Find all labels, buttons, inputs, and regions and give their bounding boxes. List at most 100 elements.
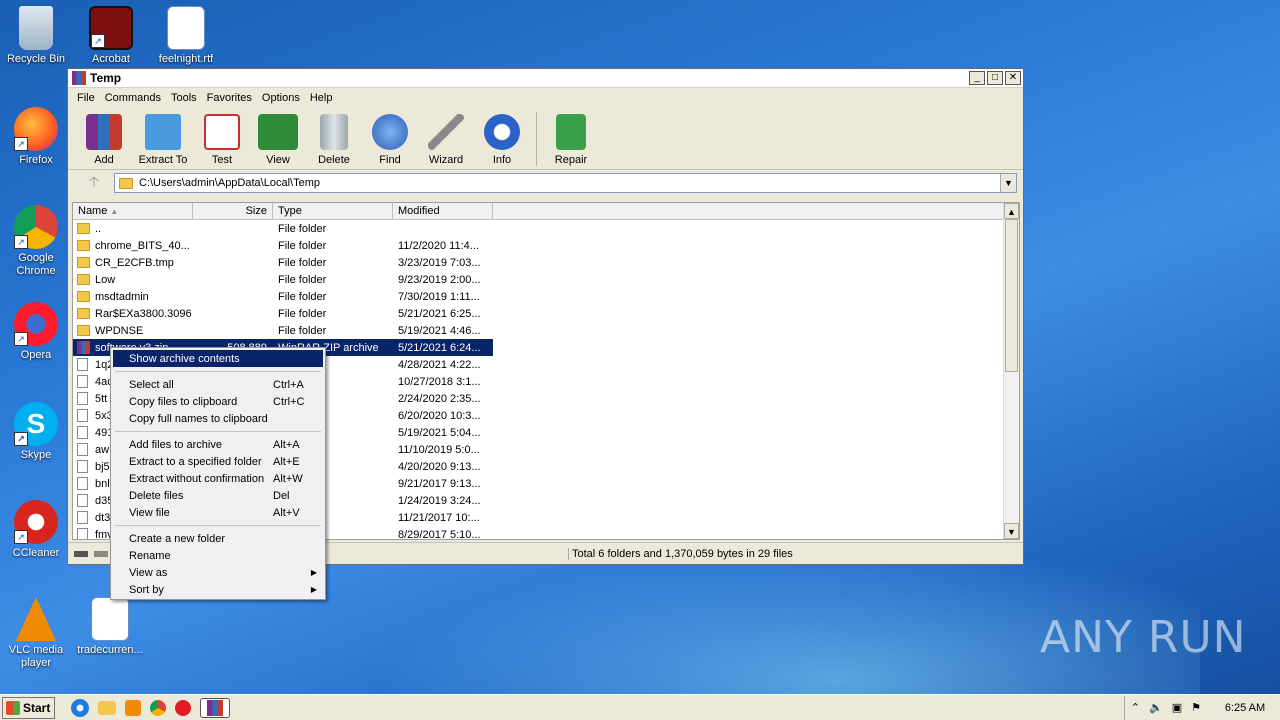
- desktop-icon-ccleaner[interactable]: ↗ CCleaner: [0, 500, 72, 560]
- context-menu-item[interactable]: Delete files Del: [113, 487, 323, 504]
- desktop-icon-tradecurren[interactable]: tradecurren...: [74, 597, 146, 657]
- test-button[interactable]: Test: [194, 112, 250, 166]
- title-bar[interactable]: Temp _ □ ✕: [68, 69, 1023, 88]
- context-menu-item[interactable]: Sort by ▶: [113, 581, 323, 598]
- file-name: Rar$EXa3800.3096: [95, 307, 192, 320]
- menu-favorites[interactable]: Favorites: [202, 92, 257, 104]
- scroll-up-icon[interactable]: ▲: [1004, 203, 1019, 219]
- tray-expand-icon[interactable]: ⌃: [1131, 701, 1140, 714]
- menu-item-label: Copy full names to clipboard: [129, 412, 268, 425]
- column-size[interactable]: Size: [193, 203, 273, 219]
- menu-tools[interactable]: Tools: [166, 92, 202, 104]
- desktop-icon-recycle-bin[interactable]: Recycle Bin: [0, 6, 72, 66]
- clock[interactable]: 6:25 AM: [1210, 702, 1280, 714]
- file-row[interactable]: WPDNSE File folder 5/19/2021 4:46...: [73, 322, 1019, 339]
- menu-options[interactable]: Options: [257, 92, 305, 104]
- action-center-flag-icon[interactable]: ⚑: [1191, 701, 1201, 714]
- scroll-down-icon[interactable]: ▼: [1004, 523, 1019, 539]
- folder-icon: [77, 223, 90, 234]
- wizard-button[interactable]: Wizard: [418, 112, 474, 166]
- column-type[interactable]: Type: [273, 203, 393, 219]
- menu-item-shortcut: Ctrl+C: [273, 395, 305, 408]
- menu-item-label: Extract to a specified folder: [129, 455, 262, 468]
- context-menu-item[interactable]: Extract without confirmation Alt+W: [113, 470, 323, 487]
- column-name[interactable]: Name ▲: [73, 203, 193, 219]
- file-name: msdtadmin: [95, 290, 149, 303]
- context-menu-item[interactable]: Add files to archive Alt+A: [113, 436, 323, 453]
- delete-button[interactable]: Delete: [306, 112, 362, 166]
- file-icon: [77, 409, 88, 422]
- context-menu-item[interactable]: Rename: [113, 547, 323, 564]
- desktop-icon-label: Acrobat: [92, 53, 130, 65]
- view-button[interactable]: View: [250, 112, 306, 166]
- menu-item-shortcut: Alt+W: [273, 472, 303, 485]
- file-modified: 11/2/2020 11:4...: [398, 239, 479, 252]
- file-row[interactable]: Low File folder 9/23/2019 2:00...: [73, 271, 1019, 288]
- menu-item-label: Extract without confirmation: [129, 472, 265, 485]
- path-input[interactable]: C:\Users\admin\AppData\Local\Temp ▼: [114, 173, 1017, 193]
- file-icon: [77, 443, 88, 456]
- add-button[interactable]: Add: [76, 112, 132, 166]
- ie-icon[interactable]: [71, 698, 89, 717]
- chrome-taskbar-icon[interactable]: [150, 699, 166, 716]
- menu-item-shortcut: Alt+E: [273, 455, 300, 468]
- file-type: File folder: [278, 307, 327, 320]
- repair-button[interactable]: Repair: [543, 112, 599, 166]
- context-menu-item[interactable]: View as ▶: [113, 564, 323, 581]
- desktop-icon-chrome[interactable]: ↗ Google Chrome: [0, 205, 72, 278]
- vertical-scrollbar[interactable]: ▲ ▼: [1003, 203, 1019, 539]
- menu-file[interactable]: File: [72, 92, 100, 104]
- explorer-icon[interactable]: [98, 700, 116, 715]
- desktop-icon-label: Recycle Bin: [6, 53, 66, 65]
- chevron-down-icon[interactable]: ▼: [1000, 174, 1016, 192]
- desktop-icon-acrobat[interactable]: ↗ Acrobat: [75, 6, 147, 66]
- repair-icon: [556, 114, 586, 150]
- context-menu-item[interactable]: Create a new folder: [113, 530, 323, 547]
- desktop-icon-skype[interactable]: S ↗ Skype: [0, 402, 72, 462]
- context-menu-item[interactable]: Copy files to clipboard Ctrl+C: [113, 393, 323, 410]
- file-name: chrome_BITS_40...: [95, 239, 190, 252]
- file-type: File folder: [278, 256, 327, 269]
- close-button[interactable]: ✕: [1005, 71, 1021, 85]
- network-icon[interactable]: ▣: [1172, 701, 1182, 714]
- minimize-button[interactable]: _: [969, 71, 985, 85]
- desktop-icon-firefox[interactable]: ↗ Firefox: [0, 107, 72, 167]
- info-button[interactable]: Info: [474, 112, 530, 166]
- media-player-icon[interactable]: [125, 699, 141, 716]
- desktop-icon-opera[interactable]: ↗ Opera: [0, 302, 72, 362]
- extract-to-label: Extract To: [138, 154, 188, 166]
- file-row[interactable]: CR_E2CFB.tmp File folder 3/23/2019 7:03...: [73, 254, 1019, 271]
- file-row[interactable]: Rar$EXa3800.3096 File folder 5/21/2021 6:2…: [73, 305, 1019, 322]
- file-row[interactable]: chrome_BITS_40... File folder 11/2/2020 11…: [73, 237, 1019, 254]
- file-row[interactable]: .. File folder: [73, 220, 1019, 237]
- maximize-button[interactable]: □: [987, 71, 1003, 85]
- context-menu-item[interactable]: Select all Ctrl+A: [113, 376, 323, 393]
- context-menu-item[interactable]: Copy full names to clipboard: [113, 410, 323, 427]
- folder-icon: [77, 257, 90, 268]
- desktop-icon-feelnight[interactable]: feelnight.rtf: [150, 6, 222, 66]
- volume-icon[interactable]: 🔈: [1149, 701, 1163, 714]
- extract-to-button[interactable]: Extract To: [132, 112, 194, 166]
- address-bar: 🡡 C:\Users\admin\AppData\Local\Temp ▼: [68, 170, 1023, 196]
- opera-taskbar-icon[interactable]: [175, 699, 191, 716]
- menu-help[interactable]: Help: [305, 92, 338, 104]
- desktop-icon-label: Google Chrome: [16, 252, 56, 277]
- up-arrow-icon[interactable]: 🡡: [74, 171, 114, 195]
- menu-item-shortcut: Ctrl+A: [273, 378, 304, 391]
- opera-icon: ↗: [14, 302, 58, 346]
- context-menu-item[interactable]: Show archive contents: [113, 350, 323, 367]
- menu-commands[interactable]: Commands: [100, 92, 166, 104]
- context-menu-item[interactable]: Extract to a specified folder Alt+E: [113, 453, 323, 470]
- shortcut-arrow-icon: ↗: [14, 137, 28, 151]
- shortcut-arrow-icon: ↗: [91, 34, 105, 48]
- scroll-thumb[interactable]: [1005, 219, 1018, 372]
- file-row[interactable]: msdtadmin File folder 7/30/2019 1:11...: [73, 288, 1019, 305]
- start-button[interactable]: Start: [2, 696, 55, 719]
- file-modified: 1/24/2019 3:24...: [398, 494, 481, 507]
- find-button[interactable]: Find: [362, 112, 418, 166]
- desktop-icon-vlc[interactable]: VLC media player: [0, 597, 72, 670]
- winrar-taskbar-button[interactable]: [200, 697, 230, 718]
- toolbar-separator: [536, 112, 537, 166]
- column-modified[interactable]: Modified: [393, 203, 493, 219]
- context-menu-item[interactable]: View file Alt+V: [113, 504, 323, 521]
